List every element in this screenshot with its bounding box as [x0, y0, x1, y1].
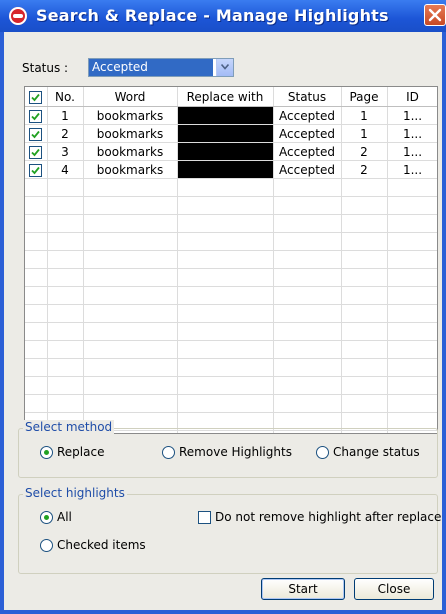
chevron-down-icon: [221, 64, 229, 70]
empty-row: [25, 340, 437, 359]
check-icon: [31, 166, 40, 174]
check-icon: [31, 112, 40, 120]
status-cell: Accepted: [273, 142, 342, 161]
close-button[interactable]: Close: [354, 578, 434, 600]
column-header[interactable]: Status: [273, 87, 342, 107]
status-selected-value: Accepted: [89, 59, 213, 76]
select-method-title: Select method: [23, 420, 115, 434]
id-cell: 1...: [387, 142, 437, 161]
empty-row: [25, 196, 437, 215]
remove-highlights-radio[interactable]: [162, 446, 175, 459]
empty-row: [25, 250, 437, 269]
row-checkbox[interactable]: [29, 145, 43, 159]
check-icon: [31, 130, 40, 138]
select-all-header[interactable]: [25, 87, 48, 107]
row-checkbox[interactable]: [29, 127, 43, 141]
app-logo-icon: [9, 7, 27, 25]
dialog-body: Status : Accepted No. Word Replace with: [4, 32, 442, 610]
empty-row: [25, 214, 437, 233]
replace-with-cell: [177, 142, 274, 161]
empty-row: [25, 322, 437, 341]
select-highlights-title: Select highlights: [23, 486, 127, 500]
empty-row: [25, 286, 437, 305]
column-header[interactable]: Replace with: [177, 87, 274, 107]
table-row[interactable]: 1 bookmarks Accepted 1 1...: [25, 106, 437, 125]
id-cell: 1...: [387, 160, 437, 179]
column-header[interactable]: ID: [387, 87, 437, 107]
change-status-radio[interactable]: [316, 446, 329, 459]
page-cell: 1: [341, 124, 388, 143]
table-row[interactable]: 2 bookmarks Accepted 1 1...: [25, 124, 437, 143]
word-cell: bookmarks: [83, 142, 178, 161]
keep-highlight-label[interactable]: Do not remove highlight after replace: [215, 510, 441, 524]
table-row[interactable]: 3 bookmarks Accepted 2 1...: [25, 142, 437, 161]
status-cell: Accepted: [273, 124, 342, 143]
empty-row: [25, 304, 437, 323]
word-cell: bookmarks: [83, 160, 178, 179]
page-cell: 2: [341, 142, 388, 161]
all-label[interactable]: All: [57, 510, 72, 524]
table-header-row: No. Word Replace with Status Page ID: [25, 87, 437, 107]
checked-items-radio[interactable]: [40, 539, 53, 552]
dialog-window: Search & Replace - Manage Highlights Sta…: [0, 0, 446, 614]
empty-row: [25, 232, 437, 251]
select-highlights-group: Select highlights: [18, 486, 438, 574]
all-radio[interactable]: [40, 511, 53, 524]
remove-highlights-label[interactable]: Remove Highlights: [179, 445, 292, 459]
start-button[interactable]: Start: [261, 578, 345, 600]
window-title: Search & Replace - Manage Highlights: [36, 6, 389, 25]
replace-radio[interactable]: [40, 446, 53, 459]
empty-row: [25, 178, 437, 197]
no-cell: 1: [47, 106, 84, 125]
close-icon: [428, 8, 442, 22]
id-cell: 1...: [387, 124, 437, 143]
row-checkbox-cell: [25, 142, 48, 161]
check-icon: [31, 148, 40, 156]
no-cell: 3: [47, 142, 84, 161]
column-header[interactable]: Word: [83, 87, 178, 107]
table-row[interactable]: 4 bookmarks Accepted 2 1...: [25, 160, 437, 179]
dropdown-arrow[interactable]: [216, 59, 233, 76]
row-checkbox[interactable]: [29, 109, 43, 123]
empty-row: [25, 268, 437, 287]
empty-row: [25, 394, 437, 413]
checked-items-label[interactable]: Checked items: [57, 538, 146, 552]
replace-with-cell: [177, 106, 274, 125]
row-checkbox[interactable]: [29, 163, 43, 177]
highlights-table: No. Word Replace with Status Page ID 1 bo…: [24, 86, 438, 434]
page-cell: 2: [341, 160, 388, 179]
word-cell: bookmarks: [83, 124, 178, 143]
status-dropdown[interactable]: Accepted: [88, 58, 234, 77]
row-checkbox-cell: [25, 106, 48, 125]
id-cell: 1...: [387, 106, 437, 125]
change-status-label[interactable]: Change status: [333, 445, 420, 459]
keep-highlight-checkbox[interactable]: [198, 511, 211, 524]
no-cell: 4: [47, 160, 84, 179]
check-icon: [31, 93, 40, 101]
status-label: Status :: [22, 61, 69, 75]
status-cell: Accepted: [273, 160, 342, 179]
status-cell: Accepted: [273, 106, 342, 125]
replace-with-cell: [177, 124, 274, 143]
row-checkbox-cell: [25, 160, 48, 179]
empty-row: [25, 376, 437, 395]
title-bar[interactable]: Search & Replace - Manage Highlights: [0, 0, 446, 32]
replace-label[interactable]: Replace: [57, 445, 104, 459]
no-cell: 2: [47, 124, 84, 143]
word-cell: bookmarks: [83, 106, 178, 125]
select-all-checkbox[interactable]: [29, 90, 43, 104]
close-window-button[interactable]: [424, 4, 446, 26]
column-header[interactable]: No.: [47, 87, 84, 107]
page-cell: 1: [341, 106, 388, 125]
column-header[interactable]: Page: [341, 87, 388, 107]
empty-row: [25, 358, 437, 377]
replace-with-cell: [177, 160, 274, 179]
row-checkbox-cell: [25, 124, 48, 143]
